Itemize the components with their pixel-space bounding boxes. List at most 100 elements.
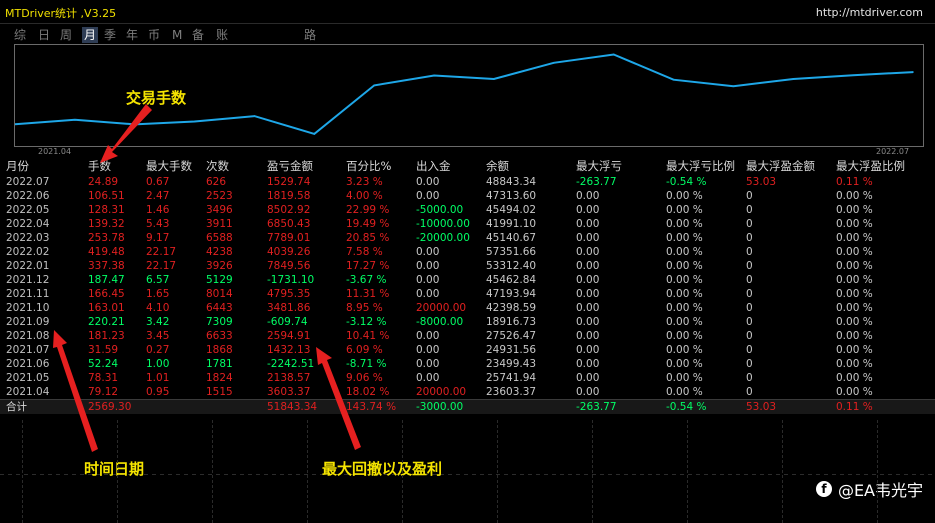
table-cell: 0.95 xyxy=(146,386,170,398)
tab-0[interactable]: 综 xyxy=(14,27,26,43)
table-cell: 7309 xyxy=(206,316,233,328)
table-row[interactable]: 2021.04 79.12 0.95 1515 3603.37 18.02 % 20000.… xyxy=(0,385,935,399)
table-row[interactable]: 2021.11 166.45 1.65 8014 4795.35 11.31 % 0.00 4… xyxy=(0,287,935,301)
grid-line xyxy=(877,420,878,523)
table-cell: 20.85 % xyxy=(346,232,390,244)
table-row[interactable]: 2022.01 337.38 22.17 3926 7849.56 17.27 % 0.00… xyxy=(0,259,935,273)
total-cell: 51843.34 xyxy=(267,401,318,413)
title-bar: MTDriver统计 ,V3.25 http://mtdriver.com xyxy=(0,0,935,24)
column-header[interactable]: 最大浮盈比例 xyxy=(836,158,905,174)
tab-5[interactable]: 年 xyxy=(126,27,138,43)
table-cell: 0.00 % xyxy=(666,274,703,286)
column-header[interactable]: 月份 xyxy=(6,158,29,174)
table-cell: 0.00 xyxy=(576,260,600,272)
table-cell: 2138.57 xyxy=(267,372,311,384)
column-header[interactable]: 次数 xyxy=(206,158,229,174)
table-row[interactable]: 2021.06 52.24 1.00 1781 -2242.51 -8.71 % 0.00 2… xyxy=(0,357,935,371)
equity-point-13 xyxy=(792,78,795,80)
column-header[interactable]: 最大浮盈金额 xyxy=(746,158,815,174)
table-cell: 52.24 xyxy=(88,358,119,370)
grid-line xyxy=(212,420,213,523)
table-cell: 45494.02 xyxy=(486,204,537,216)
tab-2[interactable]: 周 xyxy=(60,27,72,43)
column-header[interactable]: 出入金 xyxy=(416,158,451,174)
table-cell: 0 xyxy=(746,190,753,202)
table-row[interactable]: 2022.03 253.78 9.17 6588 7789.01 20.85 % -2000… xyxy=(0,231,935,245)
table-row[interactable]: 2022.04 139.32 5.43 3911 6850.43 19.49 % -1000… xyxy=(0,217,935,231)
column-header[interactable]: 百分比% xyxy=(346,158,391,174)
annotation-lots: 交易手数 xyxy=(126,89,187,107)
column-header[interactable]: 余额 xyxy=(486,158,509,174)
tab-4[interactable]: 季 xyxy=(104,27,116,43)
column-header[interactable]: 手数 xyxy=(88,158,111,174)
grid-line xyxy=(307,420,308,523)
table-cell: 57351.66 xyxy=(486,246,537,258)
table-cell: 6.57 xyxy=(146,274,170,286)
table-cell: 419.48 xyxy=(88,246,125,258)
table-cell: 1.01 xyxy=(146,372,170,384)
tab-6[interactable]: 币 xyxy=(148,27,160,43)
table-cell: -3.67 % xyxy=(346,274,387,286)
table-cell: 3481.86 xyxy=(267,302,311,314)
table-cell: 0.00 % xyxy=(836,246,873,258)
table-cell: 0.00 % xyxy=(836,330,873,342)
table-row[interactable]: 2021.10 163.01 4.10 6443 3481.86 8.95 % 20000.… xyxy=(0,301,935,315)
column-header[interactable]: 最大手数 xyxy=(146,158,192,174)
table-cell: 18.02 % xyxy=(346,386,390,398)
table-cell: 626 xyxy=(206,176,227,188)
table-cell: 45140.67 xyxy=(486,232,537,244)
table-cell: 7789.01 xyxy=(267,232,311,244)
table-cell: 3911 xyxy=(206,218,233,230)
tab-8[interactable]: 备 xyxy=(192,27,204,43)
equity-point-4 xyxy=(253,115,256,117)
table-cell: 0.00 % xyxy=(836,274,873,286)
table-cell: 0.27 xyxy=(146,344,170,356)
table-cell: 0.00 xyxy=(576,330,600,342)
website-link[interactable]: http://mtdriver.com xyxy=(816,6,923,19)
table-cell: 128.31 xyxy=(88,204,125,216)
tab-7[interactable]: M xyxy=(172,27,182,43)
table-cell: 3.23 % xyxy=(346,176,383,188)
table-cell: 0.00 % xyxy=(666,218,703,230)
equity-point-7 xyxy=(433,74,435,77)
tab-1[interactable]: 日 xyxy=(38,27,50,43)
table-cell: 22.17 xyxy=(146,246,177,258)
table-row[interactable]: 2021.05 78.31 1.01 1824 2138.57 9.06 % 0.00 257… xyxy=(0,371,935,385)
total-cell: 2569.30 xyxy=(88,401,132,413)
table-cell: 1.46 xyxy=(146,204,170,216)
table-cell: 1515 xyxy=(206,386,233,398)
table-row[interactable]: 2021.08 181.23 3.45 6633 2594.91 10.41 % 0.00 2… xyxy=(0,329,935,343)
table-cell: 47313.60 xyxy=(486,190,537,202)
table-total-row: 合计 2569.30 51843.34 143.74 % -3000.00 -263.77… xyxy=(0,399,935,414)
table-cell: 0.00 xyxy=(416,190,440,202)
table-cell: 0 xyxy=(746,246,753,258)
table-cell: 2594.91 xyxy=(267,330,311,342)
table-cell: 25741.94 xyxy=(486,372,537,384)
equity-point-15 xyxy=(912,71,914,73)
table-cell: 27526.47 xyxy=(486,330,537,342)
table-row[interactable]: 2021.07 31.59 0.27 1868 1432.13 6.09 % 0.00 249… xyxy=(0,343,935,357)
annotation-date: 时间日期 xyxy=(84,460,145,478)
table-cell: 18916.73 xyxy=(486,316,537,328)
column-header[interactable]: 最大浮亏比例 xyxy=(666,158,735,174)
table-cell: -8.71 % xyxy=(346,358,387,370)
table-cell: 0.00 xyxy=(576,344,600,356)
column-header[interactable]: 盈亏金额 xyxy=(267,158,313,174)
table-cell: 2021.12 xyxy=(6,274,50,286)
table-row[interactable]: 2021.12 187.47 6.57 5129 -1731.10 -3.67 % 0.00… xyxy=(0,273,935,287)
equity-point-1 xyxy=(74,118,76,121)
tab-3[interactable]: 月 xyxy=(82,27,99,43)
equity-point-2 xyxy=(133,123,136,126)
table-row[interactable]: 2022.06 106.51 2.47 2523 1819.58 4.00 % 0.00 47… xyxy=(0,189,935,203)
table-cell: 0.00 xyxy=(576,218,600,230)
equity-point-12 xyxy=(732,85,735,88)
table-row[interactable]: 2022.07 24.89 0.67 626 1529.74 3.23 % 0.00 4884… xyxy=(0,175,935,189)
table-cell: 0.00 % xyxy=(666,232,703,244)
table-cell: 0.00 % xyxy=(666,316,703,328)
column-header[interactable]: 最大浮亏 xyxy=(576,158,622,174)
table-cell: 1432.13 xyxy=(267,344,311,356)
table-cell: 2022.06 xyxy=(6,190,50,202)
table-row[interactable]: 2021.09 220.21 3.42 7309 -609.74 -3.12 % -8000… xyxy=(0,315,935,329)
table-row[interactable]: 2022.02 419.48 22.17 4238 4039.26 7.58 % 0.00 5… xyxy=(0,245,935,259)
table-row[interactable]: 2022.05 128.31 1.46 3496 8502.92 22.99 % -5000… xyxy=(0,203,935,217)
